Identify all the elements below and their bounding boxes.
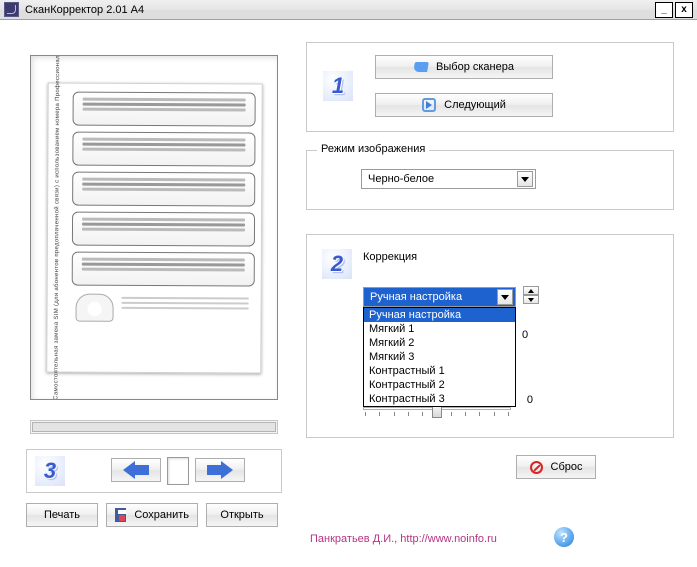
next-page-button[interactable] — [195, 458, 245, 482]
choose-scanner-button[interactable]: Выбор сканера — [375, 55, 553, 79]
preset-option[interactable]: Мягкий 2 — [364, 336, 515, 350]
scanned-document: Самостоятельная замена SIM (для абоненто… — [46, 82, 263, 373]
scanner-icon — [413, 62, 429, 72]
preset-option[interactable]: Мягкий 3 — [364, 350, 515, 364]
save-button[interactable]: Сохранить — [106, 503, 198, 527]
arrow-right-icon — [207, 462, 233, 478]
correction-preset-dropdown[interactable]: Ручная настройка Мягкий 1 Мягкий 2 Мягки… — [363, 307, 516, 407]
contrast-slider[interactable] — [363, 407, 511, 416]
page-scroll-track[interactable] — [167, 457, 189, 485]
correction-group: 2 Коррекция Ручная настройка Ручная наст… — [306, 234, 674, 438]
step-1-badge: 1 — [323, 71, 353, 101]
image-mode-combo[interactable]: Черно-белое — [361, 169, 536, 189]
dropdown-arrow-icon[interactable] — [497, 289, 513, 305]
open-label: Открыть — [220, 509, 263, 521]
cancel-icon — [530, 461, 543, 474]
scanner-group: 1 Выбор сканера Следующий — [306, 42, 674, 132]
preset-option[interactable]: Контрастный 1 — [364, 364, 515, 378]
close-button[interactable]: x — [675, 2, 693, 18]
correction-preset-selected: Ручная настройка — [370, 291, 462, 303]
next-scan-label: Следующий — [444, 99, 506, 111]
title-bar: СканКорректор 2.01 А4 _ x — [0, 0, 697, 20]
help-button[interactable]: ? — [554, 527, 574, 547]
next-icon — [422, 98, 436, 112]
image-mode-selected: Черно-белое — [368, 173, 434, 185]
param-value: 0 — [522, 329, 528, 341]
prev-page-button[interactable] — [111, 458, 161, 482]
window-title: СканКорректор 2.01 А4 — [25, 4, 144, 16]
image-mode-legend: Режим изображения — [317, 143, 429, 155]
navigation-group: 3 — [26, 449, 282, 493]
preview-scrollbar-thumb[interactable] — [32, 422, 276, 432]
print-button[interactable]: Печать — [26, 503, 98, 527]
app-window: СканКорректор 2.01 А4 _ x Самостоятельна… — [0, 0, 697, 567]
preset-option[interactable]: Мягкий 1 — [364, 322, 515, 336]
minimize-button[interactable]: _ — [655, 2, 673, 18]
correction-label: Коррекция — [363, 251, 417, 263]
preset-option[interactable]: Контрастный 2 — [364, 378, 515, 392]
step-2-badge: 2 — [322, 249, 352, 279]
correction-spin[interactable] — [523, 286, 539, 304]
image-mode-group: Режим изображения Черно-белое — [306, 150, 674, 210]
correction-preset-combo[interactable]: Ручная настройка — [363, 287, 516, 307]
next-scan-button[interactable]: Следующий — [375, 93, 553, 117]
contrast-value: 0 — [527, 394, 533, 406]
window-controls: _ x — [655, 2, 693, 18]
preset-option[interactable]: Контрастный 3 — [364, 392, 515, 406]
credit-link[interactable]: Панкратьев Д.И., http://www.noinfo.ru — [310, 533, 497, 545]
step-3-badge: 3 — [35, 456, 65, 486]
spin-up-button[interactable] — [523, 286, 539, 295]
reset-label: Сброс — [551, 461, 583, 473]
reset-button[interactable]: Сброс — [516, 455, 596, 479]
arrow-left-icon — [123, 462, 149, 478]
app-icon — [4, 2, 19, 17]
preview-scrollbar[interactable] — [30, 420, 278, 434]
save-icon — [115, 508, 126, 522]
open-button[interactable]: Открыть — [206, 503, 278, 527]
dropdown-arrow-icon[interactable] — [517, 171, 533, 187]
save-label: Сохранить — [134, 509, 189, 521]
choose-scanner-label: Выбор сканера — [436, 61, 514, 73]
preview-pane: Самостоятельная замена SIM (для абоненто… — [30, 55, 278, 400]
spin-down-button[interactable] — [523, 295, 539, 304]
preset-option[interactable]: Ручная настройка — [364, 308, 515, 322]
print-label: Печать — [44, 509, 80, 521]
